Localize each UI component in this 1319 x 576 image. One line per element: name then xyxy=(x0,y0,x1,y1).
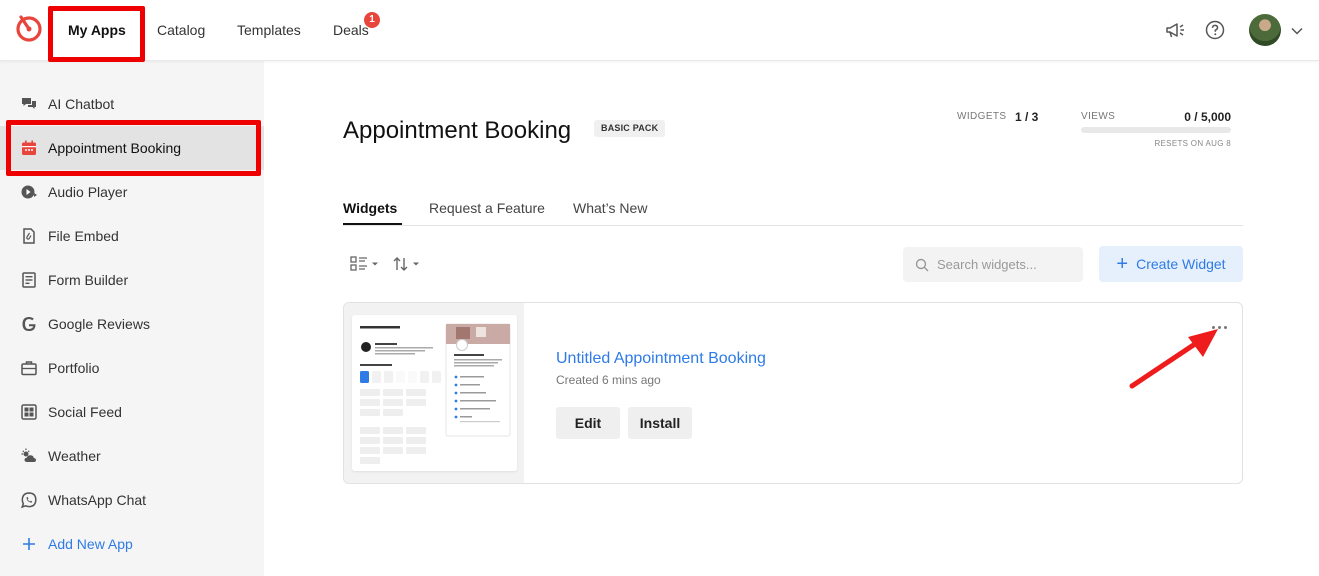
widget-card[interactable]: Untitled Appointment Booking Created 6 m… xyxy=(343,302,1243,484)
sidebar-item-social-feed[interactable]: Social Feed xyxy=(0,390,264,434)
sidebar-item-label: File Embed xyxy=(48,228,119,244)
sidebar-item-label: Audio Player xyxy=(48,184,128,200)
create-widget-button[interactable]: + Create Widget xyxy=(1099,246,1243,282)
search-icon xyxy=(915,258,929,271)
nav-catalog[interactable]: Catalog xyxy=(157,0,205,61)
add-new-app-label: Add New App xyxy=(48,536,133,552)
sidebar-item-portfolio[interactable]: Portfolio xyxy=(0,346,264,390)
search-input[interactable] xyxy=(937,257,1067,272)
briefcase-icon xyxy=(21,361,37,376)
highlight-my-apps xyxy=(48,6,145,62)
sidebar-item-form-builder[interactable]: Form Builder xyxy=(0,258,264,302)
social-grid-icon xyxy=(21,404,37,420)
whatsapp-icon xyxy=(20,492,37,509)
annotation-arrow-icon xyxy=(1129,329,1218,389)
nav-templates[interactable]: Templates xyxy=(237,0,301,61)
nav-deals[interactable]: Deals xyxy=(333,0,369,61)
page-title: Appointment Booking xyxy=(343,117,572,144)
sidebar-item-label: Form Builder xyxy=(48,272,129,288)
edit-button[interactable]: Edit xyxy=(556,407,620,439)
form-icon xyxy=(22,272,36,288)
widget-thumbnail-area xyxy=(344,303,524,483)
sidebar-item-whatsapp-chat[interactable]: WhatsApp Chat xyxy=(0,478,264,522)
sidebar-item-label: WhatsApp Chat xyxy=(48,492,147,508)
tab-widgets[interactable]: Widgets xyxy=(343,200,397,216)
chat-bubbles-icon xyxy=(22,98,36,109)
search-widgets-field[interactable] xyxy=(903,247,1083,282)
sidebar-item-label: Weather xyxy=(48,448,101,464)
widget-created-time: Created 6 mins ago xyxy=(556,373,661,387)
widgets-stat-label: WIDGETS xyxy=(957,111,1007,122)
avatar[interactable] xyxy=(1249,14,1281,46)
logo-icon[interactable] xyxy=(14,14,44,44)
sidebar-item-label: Social Feed xyxy=(48,404,122,420)
widget-preview-thumbnail[interactable] xyxy=(352,315,517,471)
sidebar-item-weather[interactable]: Weather xyxy=(0,434,264,478)
install-button[interactable]: Install xyxy=(628,407,692,439)
google-icon xyxy=(22,317,36,331)
weather-icon xyxy=(21,448,36,462)
sidebar-item-file-embed[interactable]: File Embed xyxy=(0,214,264,258)
views-stat-label: VIEWS xyxy=(1081,111,1116,122)
widget-title-link[interactable]: Untitled Appointment Booking xyxy=(556,350,766,368)
sidebar-item-audio-player[interactable]: Audio Player xyxy=(0,170,264,214)
widgets-stat-value: 1 / 3 xyxy=(1015,110,1039,124)
plus-icon xyxy=(23,538,35,550)
megaphone-icon[interactable] xyxy=(1164,19,1186,41)
views-stat-value: 0 / 5,000 xyxy=(1184,110,1231,124)
help-icon[interactable] xyxy=(1204,19,1226,41)
paperclip-file-icon xyxy=(23,228,35,244)
audio-player-icon xyxy=(21,185,37,199)
tab-request-feature[interactable]: Request a Feature xyxy=(429,200,545,216)
highlight-appointment-booking xyxy=(6,120,261,176)
sidebar-item-label: Portfolio xyxy=(48,360,100,376)
deals-count-badge: 1 xyxy=(364,12,380,28)
pack-badge: BASIC PACK xyxy=(594,120,666,137)
tab-whats-new[interactable]: What’s New xyxy=(573,200,647,216)
create-widget-label: Create Widget xyxy=(1136,256,1226,272)
plus-icon: + xyxy=(1116,253,1129,275)
views-reset-note: RESETS ON AUG 8 xyxy=(1154,139,1231,148)
chevron-down-icon[interactable] xyxy=(1290,24,1304,38)
view-toggle-icon[interactable] xyxy=(350,255,380,273)
sort-icon[interactable] xyxy=(392,255,422,273)
add-new-app-button[interactable]: Add New App xyxy=(0,522,264,566)
tabs-divider xyxy=(343,225,1243,226)
top-bar: My Apps Catalog Templates Deals 1 xyxy=(0,0,1319,61)
views-progress-bar xyxy=(1081,127,1231,133)
sidebar-item-label: Google Reviews xyxy=(48,316,150,332)
sidebar-item-google-reviews[interactable]: Google Reviews xyxy=(0,302,264,346)
sidebar-item-label: AI Chatbot xyxy=(48,96,115,112)
